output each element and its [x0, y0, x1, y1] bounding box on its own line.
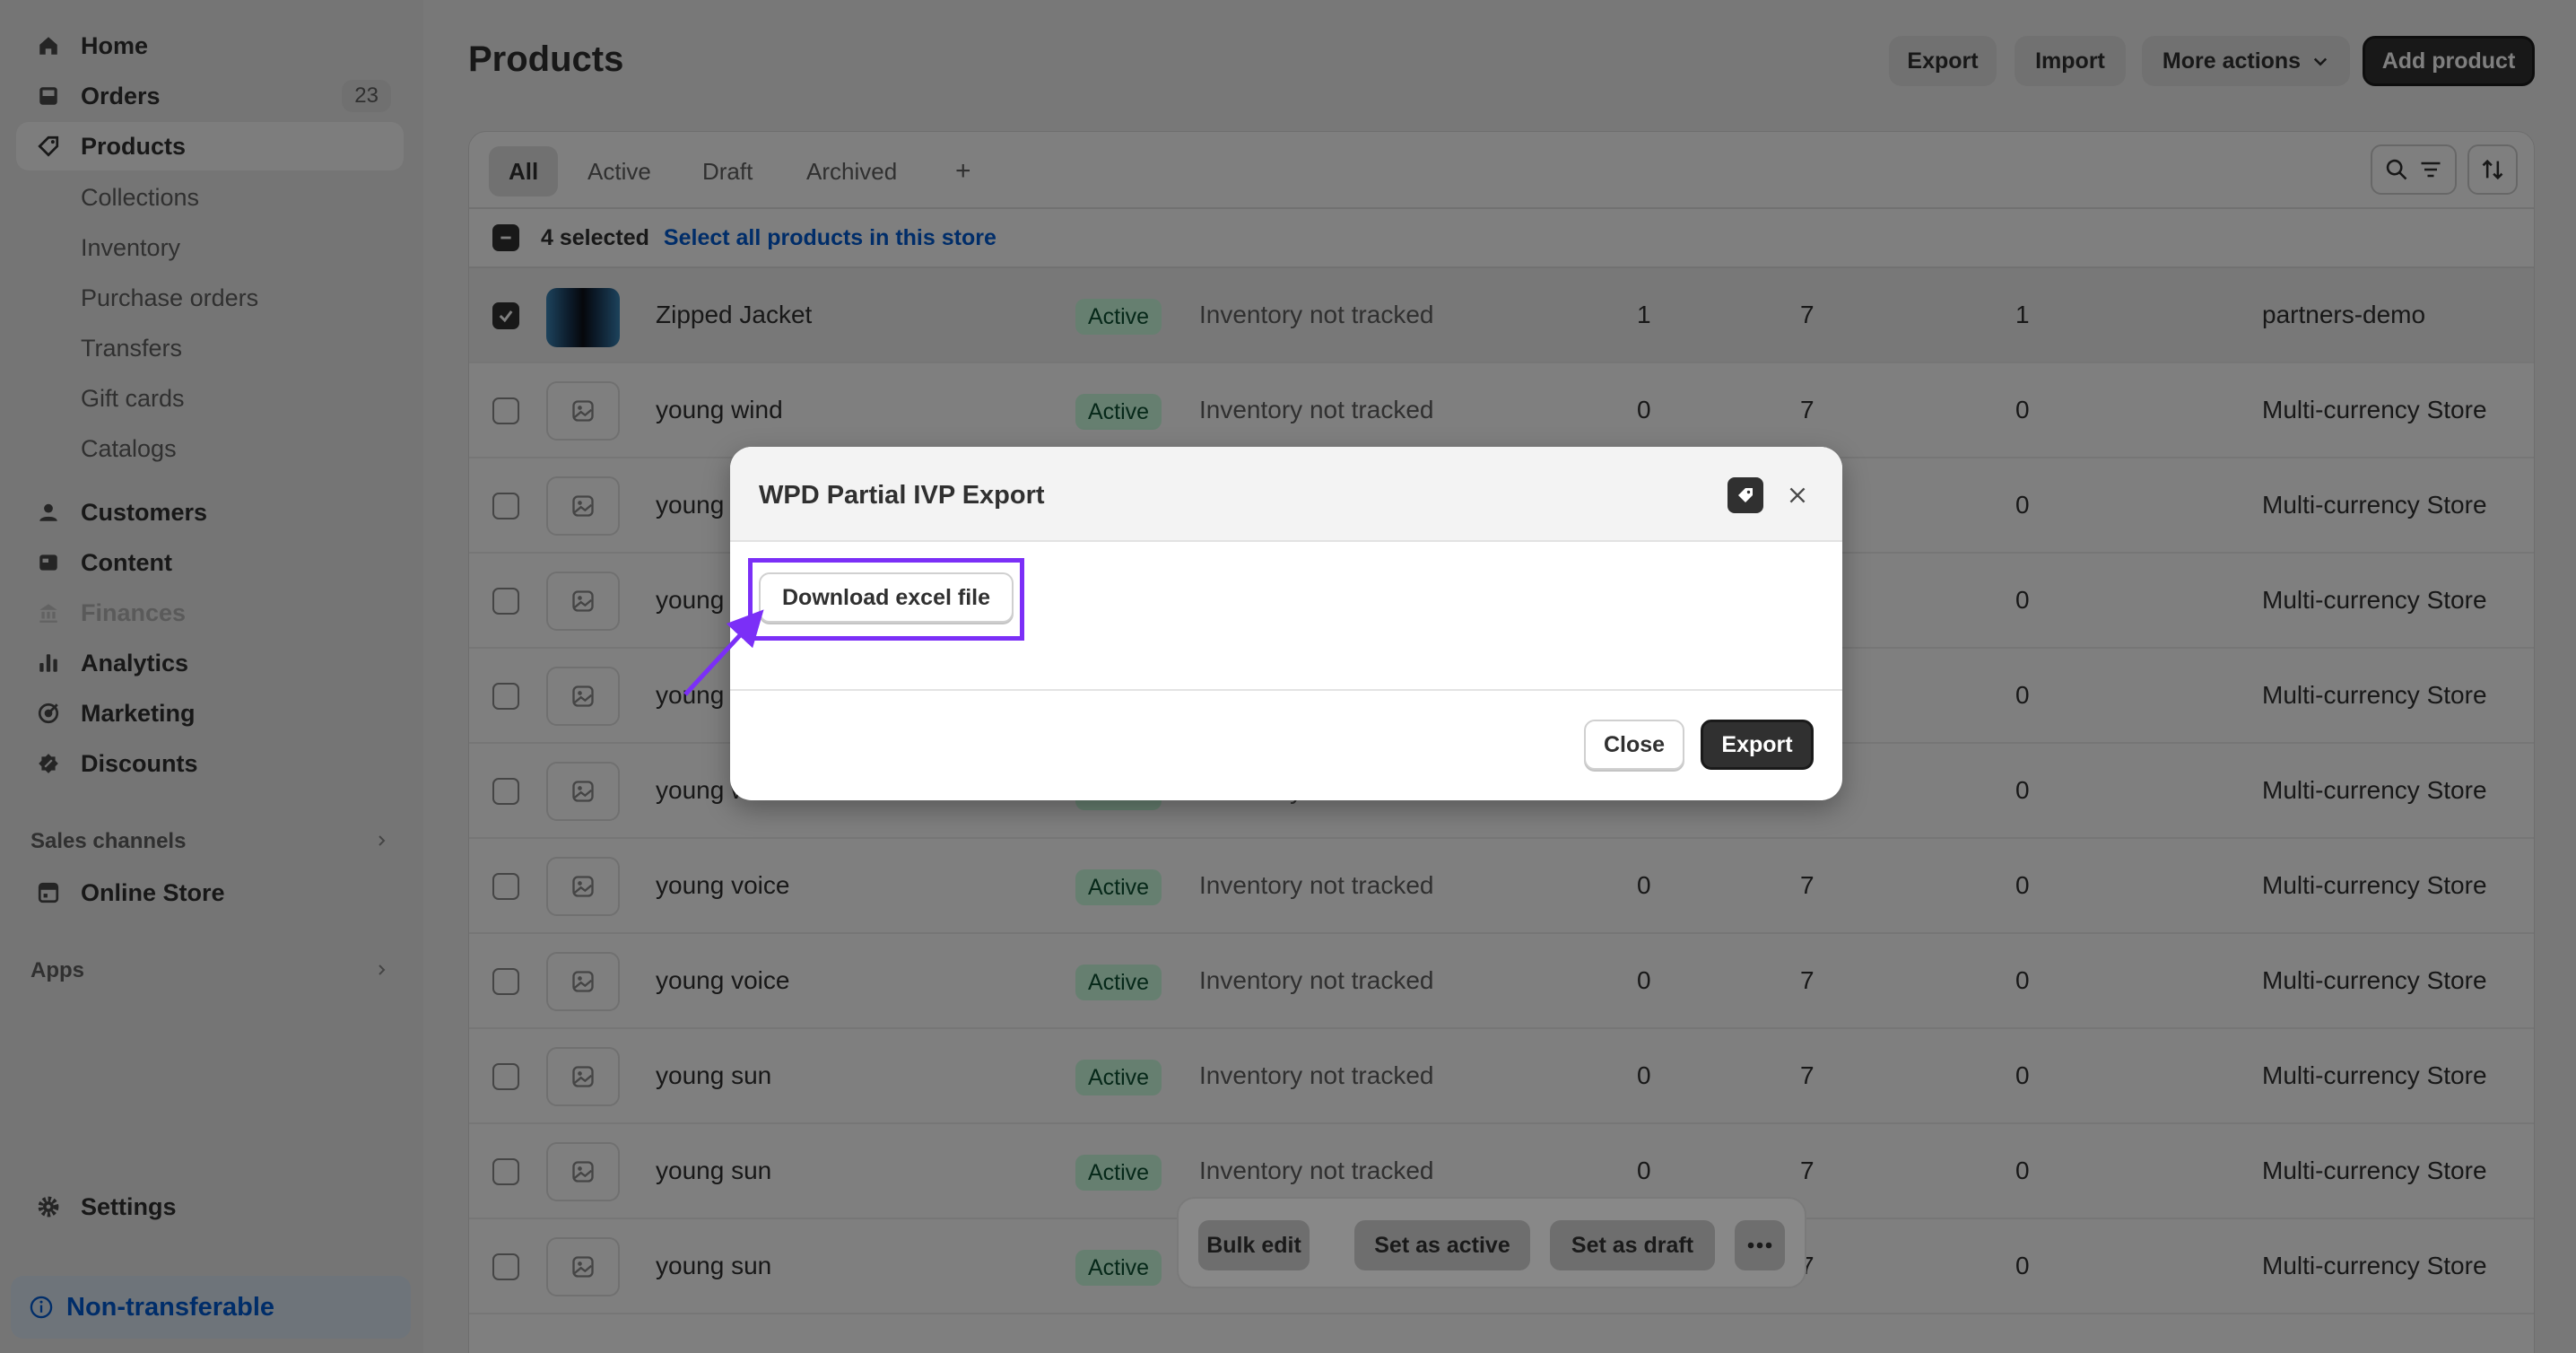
set-active-button[interactable]: Set as active: [1354, 1220, 1530, 1270]
modal-close-button[interactable]: Close: [1584, 720, 1684, 770]
close-icon[interactable]: [1780, 477, 1815, 513]
annotation-highlight-box: [748, 558, 1024, 641]
ellipsis-icon: [1746, 1241, 1773, 1250]
modal-divider: [730, 689, 1842, 691]
set-draft-button[interactable]: Set as draft: [1550, 1220, 1715, 1270]
modal-header: WPD Partial IVP Export: [730, 447, 1842, 542]
app-tag-icon: [1727, 477, 1763, 513]
modal-export-button[interactable]: Export: [1701, 720, 1814, 770]
bulk-edit-button[interactable]: Bulk edit: [1198, 1220, 1310, 1270]
more-bulk-actions-button[interactable]: [1735, 1220, 1785, 1270]
bulk-action-bar: Bulk edit Set as active Set as draft: [1177, 1197, 1806, 1288]
modal-title: WPD Partial IVP Export: [759, 481, 1045, 510]
